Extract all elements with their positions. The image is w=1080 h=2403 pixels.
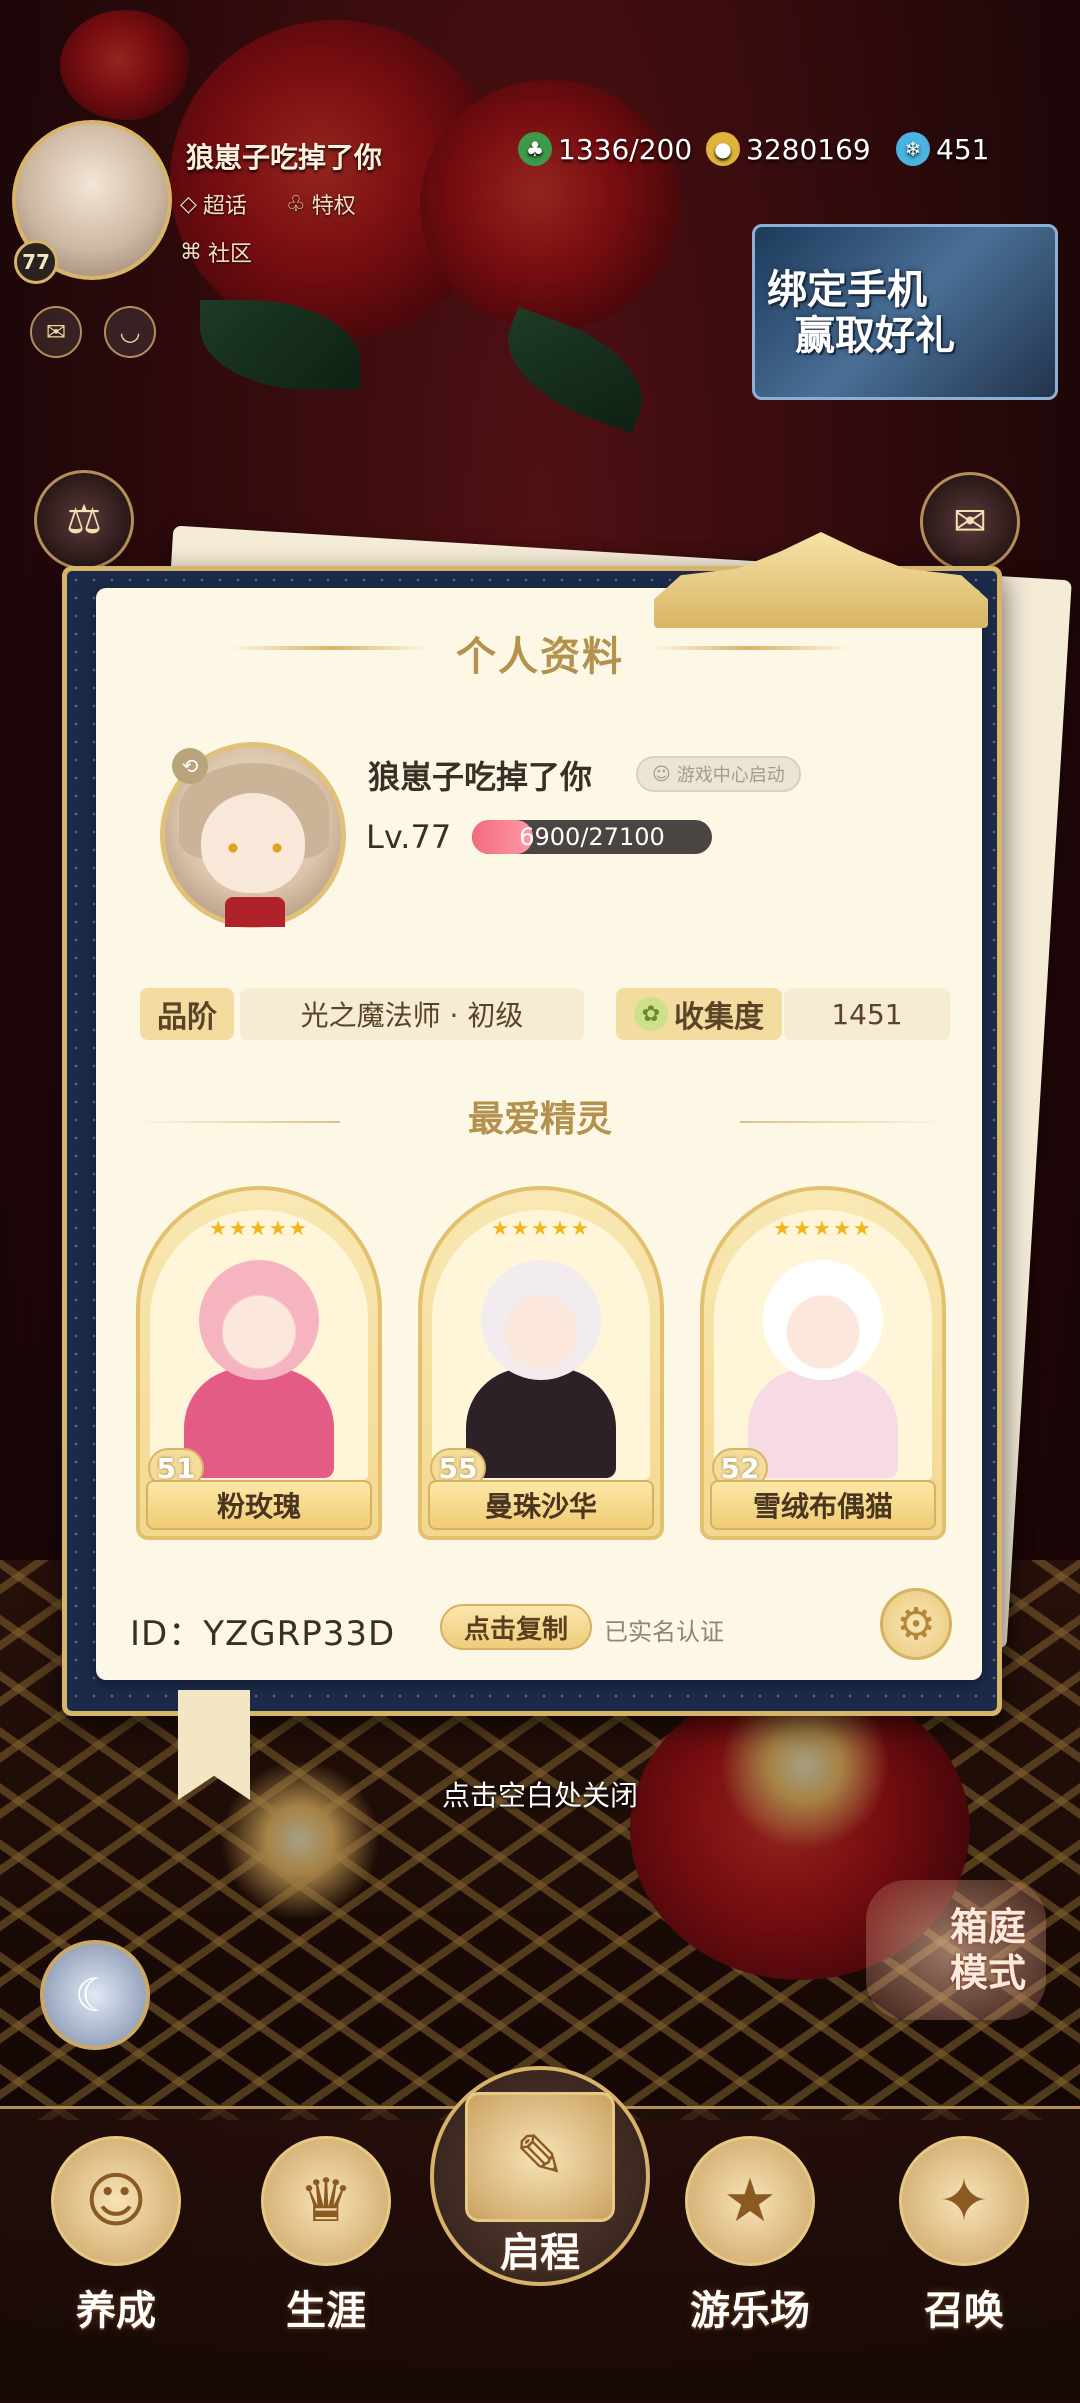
exp-progress-bar: 6900/27100 — [472, 820, 712, 854]
bind-phone-promo-banner[interactable]: 绑定手机 赢取好礼 — [752, 224, 1058, 400]
copy-id-button[interactable]: 点击复制 — [440, 1604, 592, 1650]
avatar-edit-icon[interactable]: ⟲ — [172, 748, 208, 784]
summon-card-icon: ✦ — [899, 2136, 1029, 2266]
garden-mode-line-1: 箱庭 — [949, 1904, 1026, 1949]
clover-value: 1336/200 — [558, 132, 693, 166]
privilege-link[interactable]: ♧ 特权 — [286, 188, 356, 220]
avatar-collar — [225, 897, 285, 927]
privilege-label: 特权 — [311, 194, 356, 219]
game-center-label: 游戏中心启动 — [676, 765, 785, 786]
character-body — [466, 1368, 616, 1478]
verified-status: 已实名认证 — [604, 1618, 724, 1646]
star-rating: ★★★★★ — [209, 1216, 309, 1240]
favorite-spirit-card[interactable]: ★★★★★ 55 曼珠沙华 — [418, 1186, 664, 1540]
spirit-name: 粉玫瑰 — [146, 1480, 372, 1530]
character-head — [481, 1260, 601, 1380]
character-body — [748, 1368, 898, 1478]
gold-value: 3280169 — [746, 132, 871, 166]
sleep-eye-icon[interactable]: ◡ — [104, 306, 156, 358]
scale-icon[interactable]: ⚖ — [34, 470, 134, 570]
gold-resource[interactable]: ● 3280169 — [706, 132, 871, 166]
profile-level: Lv.77 — [366, 818, 452, 856]
crown-icon: ♛ — [261, 2136, 391, 2266]
player-id: ID：YZGRP33D — [130, 1614, 396, 1654]
player-level-badge: 77 — [14, 240, 58, 284]
moon-icon[interactable]: ☾ — [40, 1940, 150, 2050]
close-hint[interactable]: 点击空白处关闭 — [0, 1774, 1080, 1814]
garden-mode-line-2: 模式 — [949, 1950, 1026, 1995]
settings-gear-icon[interactable]: ⚙ — [880, 1588, 952, 1660]
exp-progress-text: 6900/27100 — [519, 823, 665, 851]
crystal-resource[interactable]: ❄ 451 — [896, 132, 989, 166]
rank-value: 光之魔法师 · 初级 — [240, 988, 584, 1040]
promo-line-2: 赢取好礼 — [795, 312, 955, 359]
clover-icon: ♣ — [518, 132, 552, 166]
privilege-icon: ♧ — [286, 191, 306, 217]
diamond-icon: ◇ — [180, 191, 197, 217]
open-book-icon: ✎ — [465, 2092, 615, 2222]
clover-flower-icon: ✿ — [634, 997, 668, 1031]
community-link[interactable]: ⌘ 社区 — [180, 236, 252, 268]
collection-label-text: 收集度 — [674, 1000, 764, 1035]
promo-line-1: 绑定手机 — [767, 266, 927, 313]
game-center-chip[interactable]: ☺ 游戏中心启动 — [636, 756, 801, 792]
player-name: 狼崽子吃掉了你 — [186, 141, 383, 174]
star-rating: ★★★★★ — [491, 1216, 591, 1240]
community-label: 社区 — [208, 242, 253, 267]
character-head — [763, 1260, 883, 1380]
character-head — [199, 1260, 319, 1380]
nav-summon[interactable]: ✦ 召唤 — [874, 2136, 1054, 2376]
nav-label: 养成 — [76, 2288, 156, 2334]
character-body — [184, 1368, 334, 1478]
garden-mode-button[interactable]: 箱庭 模式 — [866, 1880, 1046, 2020]
clover-resource[interactable]: ♣ 1336/200 — [518, 132, 692, 166]
nav-label: 游乐场 — [690, 2288, 810, 2334]
nav-start-journey[interactable]: ✎ 启程 — [430, 2066, 650, 2286]
star-badge-icon: ★ — [685, 2136, 815, 2266]
favorite-spirit-card[interactable]: ★★★★★ 52 雪绒布偶猫 — [700, 1186, 946, 1540]
collection-label: ✿ 收集度 — [616, 988, 782, 1040]
nav-playground[interactable]: ★ 游乐场 — [660, 2136, 840, 2376]
game-center-icon: ☺ — [652, 763, 671, 785]
rank-label: 品阶 — [140, 988, 234, 1040]
nav-label: 启程 — [500, 2230, 580, 2276]
promo-text: 绑定手机 赢取好礼 — [767, 267, 955, 359]
favorites-title: 最爱精灵 — [467, 1099, 612, 1140]
nav-label: 召唤 — [924, 2288, 1004, 2334]
gold-coin-icon: ● — [706, 132, 740, 166]
nav-cultivate[interactable]: ☺ 养成 — [26, 2136, 206, 2376]
mail-icon[interactable]: ✉ — [30, 306, 82, 358]
girl-face-icon: ☺ — [51, 2136, 181, 2266]
star-rating: ★★★★★ — [773, 1216, 873, 1240]
collection-value: 1451 — [784, 988, 950, 1040]
nav-label: 生涯 — [286, 2288, 366, 2334]
nav-career[interactable]: ♛ 生涯 — [236, 2136, 416, 2376]
avatar-eyes — [223, 843, 287, 853]
snowflake-crystal-icon: ❄ — [896, 132, 930, 166]
super-topic-label: 超话 — [202, 194, 247, 219]
profile-title: 个人资料 — [456, 634, 624, 680]
favorite-spirit-card[interactable]: ★★★★★ 51 粉玫瑰 — [136, 1186, 382, 1540]
spirit-name: 雪绒布偶猫 — [710, 1480, 936, 1530]
crystal-value: 451 — [936, 132, 990, 166]
super-topic-link[interactable]: ◇ 超话 — [180, 188, 247, 220]
spirit-name: 曼珠沙华 — [428, 1480, 654, 1530]
envelope-icon[interactable]: ✉ — [920, 472, 1020, 572]
profile-name: 狼崽子吃掉了你 — [368, 758, 593, 796]
community-icon: ⌘ — [180, 239, 202, 265]
